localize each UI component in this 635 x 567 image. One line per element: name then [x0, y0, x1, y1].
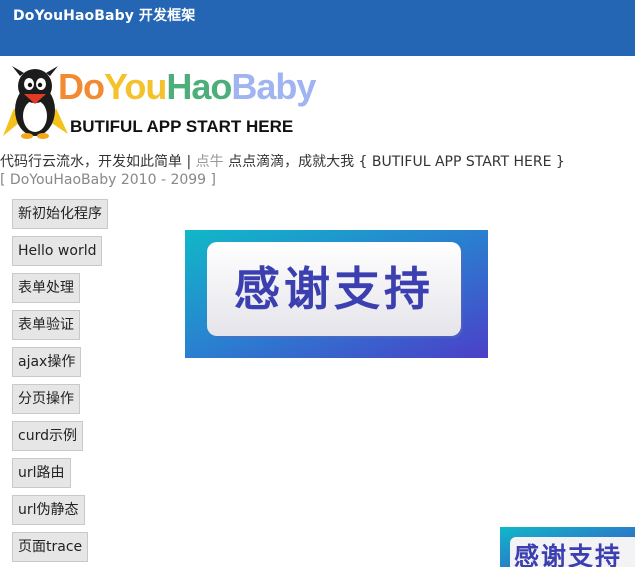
- menu-button-form-handling[interactable]: 表单处理: [12, 273, 80, 303]
- menu-button-page-trace[interactable]: 页面trace: [12, 532, 89, 562]
- logo: DoYouHaoBaby BUTIFUL APP START HERE: [0, 64, 320, 142]
- menu-button-hello-world[interactable]: Hello world: [12, 236, 103, 266]
- brand-do: Do: [58, 66, 105, 107]
- brand-you: You: [104, 66, 167, 107]
- tagline-part1: 代码行云流水，开发如此简单 |: [0, 154, 196, 170]
- thanks-banner-secondary-text: 感谢支持: [514, 542, 623, 567]
- menu-button-ajax[interactable]: ajax操作: [12, 347, 82, 377]
- menu-button-url-routing[interactable]: url路由: [12, 458, 71, 488]
- header-bar: DoYouHaoBaby 开发框架: [0, 0, 635, 56]
- tagline: 代码行云流水，开发如此简单 | 点牛 点点滴滴，成就大我 { BUTIFUL A…: [0, 151, 565, 171]
- brand-baby: Baby: [231, 66, 316, 107]
- tagline-part2: 点点滴滴，成就大我 { BUTIFUL APP START HERE }: [223, 154, 565, 170]
- brand-hao: Hao: [166, 66, 232, 107]
- brand-slogan: BUTIFUL APP START HERE: [70, 117, 294, 136]
- copyright: [ DoYouHaoBaby 2010 - 2099 ]: [0, 172, 216, 188]
- thanks-banner[interactable]: 感谢支持: [185, 230, 488, 358]
- brand-wordmark: DoYouHaoBaby: [58, 66, 316, 108]
- menu-button-url-rewrite[interactable]: url伪静态: [12, 495, 85, 525]
- thanks-banner-secondary[interactable]: 感谢支持: [500, 527, 635, 567]
- thanks-banner-text: 感谢支持: [234, 262, 434, 316]
- menu-button-form-validation[interactable]: 表单验证: [12, 310, 80, 340]
- app-title: DoYouHaoBaby 开发框架: [13, 8, 196, 24]
- tagline-link[interactable]: 点牛: [196, 154, 224, 170]
- menu-button-init[interactable]: 新初始化程序: [12, 199, 108, 229]
- menu-button-curd[interactable]: curd示例: [12, 421, 83, 451]
- menu-button-pagination[interactable]: 分页操作: [12, 384, 80, 414]
